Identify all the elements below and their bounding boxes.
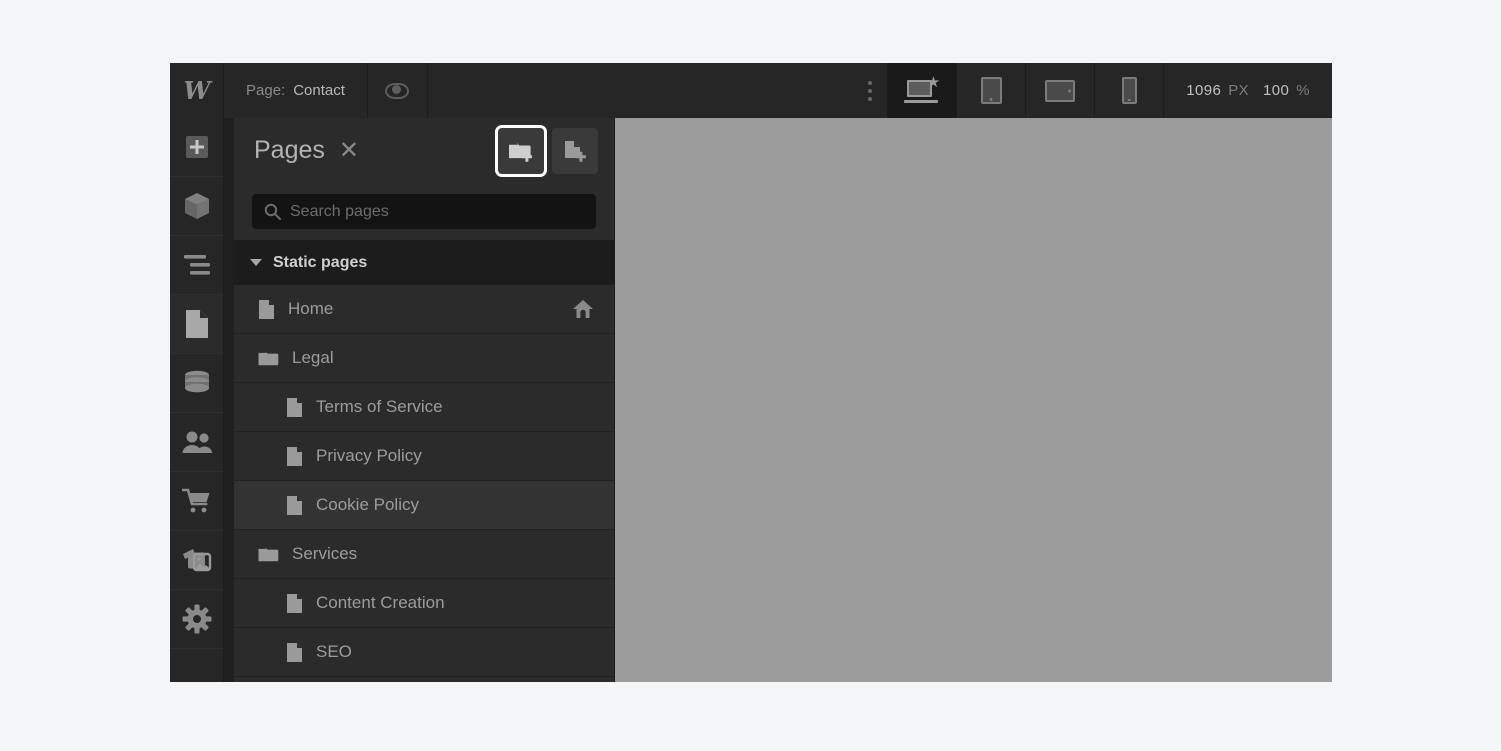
tablet-icon: [980, 77, 1002, 104]
page-list-item[interactable]: Services: [234, 530, 614, 579]
static-pages-section-header[interactable]: Static pages: [234, 240, 614, 285]
page-icon: [287, 446, 302, 466]
folder-plus-icon: [509, 142, 532, 162]
breakpoint-desktop-button[interactable]: ★: [888, 63, 958, 118]
zoom-value: 100: [1263, 82, 1290, 99]
search-input[interactable]: Search pages: [252, 194, 596, 229]
mobile-icon: [1121, 77, 1137, 104]
sidebar-item-cms[interactable]: [170, 354, 223, 413]
gear-icon: [182, 604, 211, 634]
topbar-overflow-menu-button[interactable]: [852, 63, 889, 118]
page-icon: [259, 299, 274, 319]
pages-panel: Pages ✕ Search pages Static pages Home L…: [234, 118, 615, 682]
page-icon: [286, 397, 303, 418]
sidebar-item-users[interactable]: [170, 413, 223, 472]
preview-toggle-button[interactable]: [368, 63, 428, 118]
zoom-unit: %: [1296, 82, 1310, 99]
page-list-item-label: Services: [292, 544, 358, 563]
webflow-designer-window: W Page: Contact ★ 1096 PX 100 % Pages ✕ …: [170, 63, 1332, 682]
people-icon: [182, 431, 212, 453]
search-icon: [264, 203, 281, 220]
page-icon: [287, 593, 302, 613]
page-icon: [286, 495, 303, 516]
panel-divider: [224, 118, 234, 682]
sidebar-item-add-elements[interactable]: [170, 118, 223, 177]
breakpoint-tablet-landscape-button[interactable]: [1026, 63, 1096, 118]
page-icon: [258, 299, 275, 320]
page-list-item[interactable]: Content Creation: [234, 579, 614, 628]
page-list-item-label: Cookie Policy: [316, 495, 419, 514]
canvas-size-and-zoom[interactable]: 1096 PX 100 %: [1164, 63, 1332, 118]
page-list-item[interactable]: Cookie Policy: [234, 481, 614, 530]
webflow-logo-button[interactable]: W: [170, 63, 224, 118]
page-name: Contact: [293, 82, 345, 99]
page-icon: [286, 446, 303, 467]
home-icon: [573, 300, 593, 318]
eye-icon: [385, 82, 410, 99]
breakpoint-mobile-button[interactable]: [1095, 63, 1165, 118]
top-bar: W Page: Contact ★ 1096 PX 100 %: [170, 63, 1332, 118]
folder-icon: [258, 351, 279, 366]
add-folder-button[interactable]: [498, 127, 544, 174]
page-icon: [286, 642, 303, 663]
page-list-item-label: SEO: [316, 642, 352, 661]
cube-icon: [184, 193, 209, 219]
section-title: Static pages: [273, 253, 368, 271]
webflow-logo-icon: W: [183, 76, 211, 105]
canvas-width-unit: PX: [1228, 82, 1250, 99]
design-canvas[interactable]: [615, 118, 1332, 682]
page-list-item[interactable]: SEO: [234, 628, 614, 677]
desktop-starred-icon: ★: [904, 75, 940, 104]
breakpoint-tablet-button[interactable]: [957, 63, 1027, 118]
folder-icon: [258, 349, 279, 367]
sidebar-item-settings[interactable]: [170, 590, 223, 649]
plus-square-icon: [185, 136, 208, 158]
page-icon: [287, 642, 302, 662]
home-icon: [572, 299, 594, 319]
folder-icon: [258, 547, 279, 562]
page-icon: [286, 593, 303, 614]
close-icon[interactable]: ✕: [339, 138, 359, 163]
page-label: Page:: [246, 82, 286, 99]
pages-panel-header: Pages ✕: [234, 118, 614, 183]
sidebar-item-navigator[interactable]: [170, 236, 223, 295]
page-list-item-label: Privacy Policy: [316, 446, 422, 465]
page-list-item-label: Terms of Service: [316, 397, 443, 416]
pages-list: Home Legal Terms of Service Privacy Policy C…: [234, 285, 614, 677]
tablet-landscape-icon: [1045, 79, 1076, 102]
current-page-indicator[interactable]: Page: Contact: [224, 63, 368, 118]
page-list-item[interactable]: Terms of Service: [234, 383, 614, 432]
folder-icon: [258, 545, 279, 563]
page-plus-icon: [565, 140, 586, 162]
layers-icon: [183, 255, 210, 275]
sidebar-item-pages[interactable]: [170, 295, 223, 354]
caret-down-icon: [250, 259, 262, 266]
page-list-item-label: Legal: [292, 348, 334, 367]
page-title: Pages: [254, 136, 325, 164]
kebab-menu-icon: [867, 80, 872, 101]
database-icon: [184, 370, 209, 393]
page-list-item-label: Content Creation: [316, 593, 445, 612]
images-icon: [182, 549, 211, 572]
cart-icon: [181, 488, 209, 513]
page-list-item[interactable]: Legal: [234, 334, 614, 383]
sidebar-item-components[interactable]: [170, 177, 223, 236]
page-icon: [287, 495, 302, 515]
page-icon: [185, 310, 208, 338]
search-container: Search pages: [234, 183, 614, 240]
page-list-item-label: Home: [288, 299, 334, 318]
add-page-button[interactable]: [552, 127, 598, 174]
canvas-width-value: 1096: [1186, 82, 1222, 99]
sidebar-item-ecommerce[interactable]: [170, 472, 223, 531]
page-list-item[interactable]: Privacy Policy: [234, 432, 614, 481]
pages-panel-actions: [498, 127, 598, 174]
left-toolbar: [170, 118, 224, 682]
page-icon: [287, 397, 302, 417]
page-list-item[interactable]: Home: [234, 285, 614, 334]
search-placeholder: Search pages: [290, 202, 389, 220]
sidebar-item-assets[interactable]: [170, 531, 223, 590]
